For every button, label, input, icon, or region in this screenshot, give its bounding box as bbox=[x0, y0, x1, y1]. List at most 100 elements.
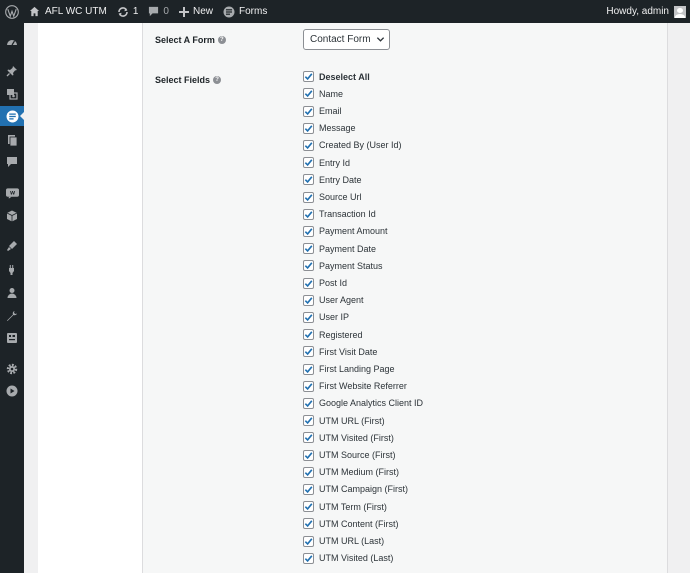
checkmark-icon bbox=[304, 400, 313, 408]
forms-icon[interactable] bbox=[0, 106, 25, 126]
checkbox[interactable] bbox=[303, 346, 314, 358]
comments-icon[interactable] bbox=[0, 152, 24, 172]
checkbox[interactable] bbox=[303, 208, 314, 220]
field-checkbox-row[interactable]: UTM URL (First) bbox=[303, 412, 423, 429]
checkbox[interactable] bbox=[303, 71, 314, 83]
field-checkbox-row[interactable]: Payment Amount bbox=[303, 223, 423, 240]
checkbox[interactable] bbox=[303, 329, 314, 341]
play-icon[interactable] bbox=[0, 381, 24, 401]
checkbox-label: User IP bbox=[319, 312, 350, 323]
cog-icon[interactable] bbox=[0, 359, 24, 379]
field-checkbox-row[interactable]: UTM Term (First) bbox=[303, 498, 423, 515]
checkbox[interactable] bbox=[303, 363, 314, 375]
checkbox[interactable] bbox=[303, 139, 314, 151]
field-checkbox-row[interactable]: UTM Content (First) bbox=[303, 515, 423, 532]
checkbox[interactable] bbox=[303, 535, 314, 547]
field-checkbox-row[interactable]: Message bbox=[303, 120, 423, 137]
field-checkbox-row[interactable]: First Visit Date bbox=[303, 343, 423, 360]
field-checkbox-row[interactable]: Google Analytics Client ID bbox=[303, 395, 423, 412]
field-checkbox-row[interactable]: Transaction Id bbox=[303, 206, 423, 223]
form-select-value: Contact Form bbox=[310, 34, 371, 45]
new-content-link[interactable]: New bbox=[174, 0, 218, 23]
forms-link[interactable]: Forms bbox=[218, 0, 272, 23]
my-account-link[interactable]: Howdy, admin bbox=[606, 5, 690, 18]
checkbox-label: First Visit Date bbox=[319, 346, 378, 357]
site-name-link[interactable]: AFL WC UTM bbox=[27, 0, 112, 23]
settings-icon[interactable] bbox=[0, 328, 24, 348]
checkbox[interactable] bbox=[303, 518, 314, 530]
checkbox[interactable] bbox=[303, 157, 314, 169]
checkbox[interactable] bbox=[303, 449, 314, 461]
checkbox[interactable] bbox=[303, 311, 314, 323]
field-checkbox-row[interactable]: UTM Visited (First) bbox=[303, 429, 423, 446]
checkbox[interactable] bbox=[303, 415, 314, 427]
checkbox[interactable] bbox=[303, 483, 314, 495]
field-checkbox-row[interactable]: Name bbox=[303, 85, 423, 102]
checkbox[interactable] bbox=[303, 191, 314, 203]
pages-icon[interactable] bbox=[0, 130, 24, 150]
form-select[interactable]: Contact Form bbox=[303, 29, 390, 50]
select-fields-label-text: Select Fields bbox=[155, 75, 211, 85]
checkmark-icon bbox=[304, 107, 313, 115]
checkmark-icon bbox=[304, 142, 313, 150]
field-checkbox-row[interactable]: UTM Medium (First) bbox=[303, 464, 423, 481]
checkbox-label: Payment Status bbox=[319, 260, 383, 271]
checkbox[interactable] bbox=[303, 225, 314, 237]
checkbox[interactable] bbox=[303, 397, 314, 409]
checkbox[interactable] bbox=[303, 105, 314, 117]
woocommerce-icon[interactable]: W bbox=[0, 183, 24, 203]
pin-icon[interactable] bbox=[0, 61, 24, 81]
comments-link[interactable]: 0 bbox=[143, 0, 174, 23]
plugins-icon[interactable] bbox=[0, 260, 24, 280]
media-icon[interactable] bbox=[0, 84, 24, 104]
comments-count: 0 bbox=[163, 6, 169, 17]
field-checkbox-row[interactable]: Source Url bbox=[303, 188, 423, 205]
help-icon[interactable]: ? bbox=[213, 76, 222, 84]
field-checkbox-row[interactable]: Payment Status bbox=[303, 257, 423, 274]
users-icon[interactable] bbox=[0, 283, 24, 303]
home-icon bbox=[29, 6, 40, 17]
checkbox[interactable] bbox=[303, 380, 314, 392]
field-checkbox-row[interactable]: Email bbox=[303, 102, 423, 119]
dashboard-icon[interactable] bbox=[0, 32, 24, 52]
field-checkbox-row[interactable]: Post Id bbox=[303, 274, 423, 291]
help-icon[interactable]: ? bbox=[217, 36, 226, 44]
checkbox[interactable] bbox=[303, 277, 314, 289]
field-checkbox-row[interactable]: Entry Id bbox=[303, 154, 423, 171]
checkbox-label: Post Id bbox=[319, 278, 348, 289]
field-checkbox-row[interactable]: First Website Referrer bbox=[303, 378, 423, 395]
field-checkbox-row[interactable]: User IP bbox=[303, 309, 423, 326]
appearance-icon[interactable] bbox=[0, 236, 24, 256]
field-checkbox-row[interactable]: UTM Campaign (First) bbox=[303, 481, 423, 498]
tools-icon[interactable] bbox=[0, 306, 24, 326]
field-checkbox-row[interactable]: First Landing Page bbox=[303, 360, 423, 377]
checkbox[interactable] bbox=[303, 243, 314, 255]
field-checkbox-row[interactable]: Entry Date bbox=[303, 171, 423, 188]
field-checkbox-row[interactable]: Created By (User Id) bbox=[303, 137, 423, 154]
products-icon[interactable] bbox=[0, 206, 24, 226]
field-checkbox-row[interactable]: User Agent bbox=[303, 292, 423, 309]
checkmark-icon bbox=[304, 537, 313, 545]
checkbox[interactable] bbox=[303, 88, 314, 100]
deselect-all-checkbox-row[interactable]: Deselect All bbox=[303, 68, 423, 85]
checkbox-label: Payment Amount bbox=[319, 226, 388, 237]
checkbox[interactable] bbox=[303, 466, 314, 478]
wordpress-icon[interactable] bbox=[0, 0, 23, 23]
field-checkbox-row[interactable]: UTM Visited (Last) bbox=[303, 550, 423, 567]
checkbox[interactable] bbox=[303, 294, 314, 306]
checkbox[interactable] bbox=[303, 501, 314, 513]
checkmark-icon bbox=[304, 176, 313, 184]
checkbox-label: Entry Date bbox=[319, 174, 362, 185]
updates-link[interactable]: 1 bbox=[112, 0, 144, 23]
field-checkbox-row[interactable]: Payment Date bbox=[303, 240, 423, 257]
checkbox[interactable] bbox=[303, 552, 314, 564]
checkbox[interactable] bbox=[303, 122, 314, 134]
field-checkbox-row[interactable]: UTM URL (Last) bbox=[303, 532, 423, 549]
checkbox[interactable] bbox=[303, 260, 314, 272]
field-checkbox-row[interactable]: UTM Source (First) bbox=[303, 446, 423, 463]
comment-icon bbox=[148, 6, 159, 17]
checkbox[interactable] bbox=[303, 174, 314, 186]
updates-count: 1 bbox=[132, 6, 139, 17]
checkbox[interactable] bbox=[303, 432, 314, 444]
field-checkbox-row[interactable]: Registered bbox=[303, 326, 423, 343]
